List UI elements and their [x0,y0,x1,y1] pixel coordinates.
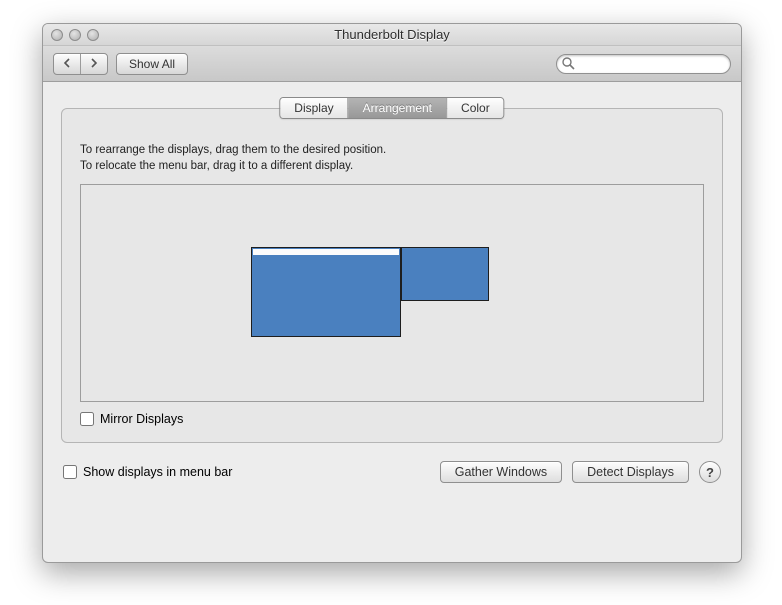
instruction-line: To relocate the menu bar, drag it to a d… [80,159,704,175]
nav-segment [53,53,108,75]
forward-button[interactable] [81,54,107,74]
back-button[interactable] [54,54,81,74]
tab-color[interactable]: Color [447,98,504,118]
search-input[interactable] [556,54,731,74]
tab-arrangement[interactable]: Arrangement [349,98,447,118]
mirror-displays-row[interactable]: Mirror Displays [80,412,704,426]
footer-row: Show displays in menu bar Gather Windows… [61,461,723,483]
show-all-button[interactable]: Show All [116,53,188,75]
show-in-menu-bar-row[interactable]: Show displays in menu bar [63,465,232,479]
display-secondary[interactable] [401,247,489,301]
show-in-menu-bar-label: Show displays in menu bar [83,465,232,479]
search-icon [562,57,575,70]
titlebar: Thunderbolt Display [43,24,741,46]
mirror-displays-checkbox[interactable] [80,412,94,426]
toolbar: Show All [43,46,741,82]
preferences-window: Thunderbolt Display Show All [42,23,742,563]
tab-panel: Display Arrangement Color To rearrange t… [61,108,723,443]
detect-displays-button[interactable]: Detect Displays [572,461,689,483]
instruction-line: To rearrange the displays, drag them to … [80,143,704,159]
chevron-right-icon [89,57,99,71]
zoom-window-button[interactable] [87,29,99,41]
window-controls [43,29,99,41]
menu-bar-drag-handle[interactable] [253,249,399,255]
minimize-window-button[interactable] [69,29,81,41]
arrangement-instructions: To rearrange the displays, drag them to … [80,143,704,174]
chevron-left-icon [62,57,72,71]
show-in-menu-bar-checkbox[interactable] [63,465,77,479]
arrangement-canvas[interactable] [80,184,704,402]
search-field-wrap [556,54,731,74]
tabs: Display Arrangement Color [279,97,504,119]
mirror-displays-label: Mirror Displays [100,412,183,426]
help-button[interactable]: ? [699,461,721,483]
tab-display[interactable]: Display [280,98,348,118]
window-title: Thunderbolt Display [43,27,741,42]
close-window-button[interactable] [51,29,63,41]
content-area: Display Arrangement Color To rearrange t… [43,82,741,501]
display-primary[interactable] [251,247,401,337]
gather-windows-button[interactable]: Gather Windows [440,461,562,483]
